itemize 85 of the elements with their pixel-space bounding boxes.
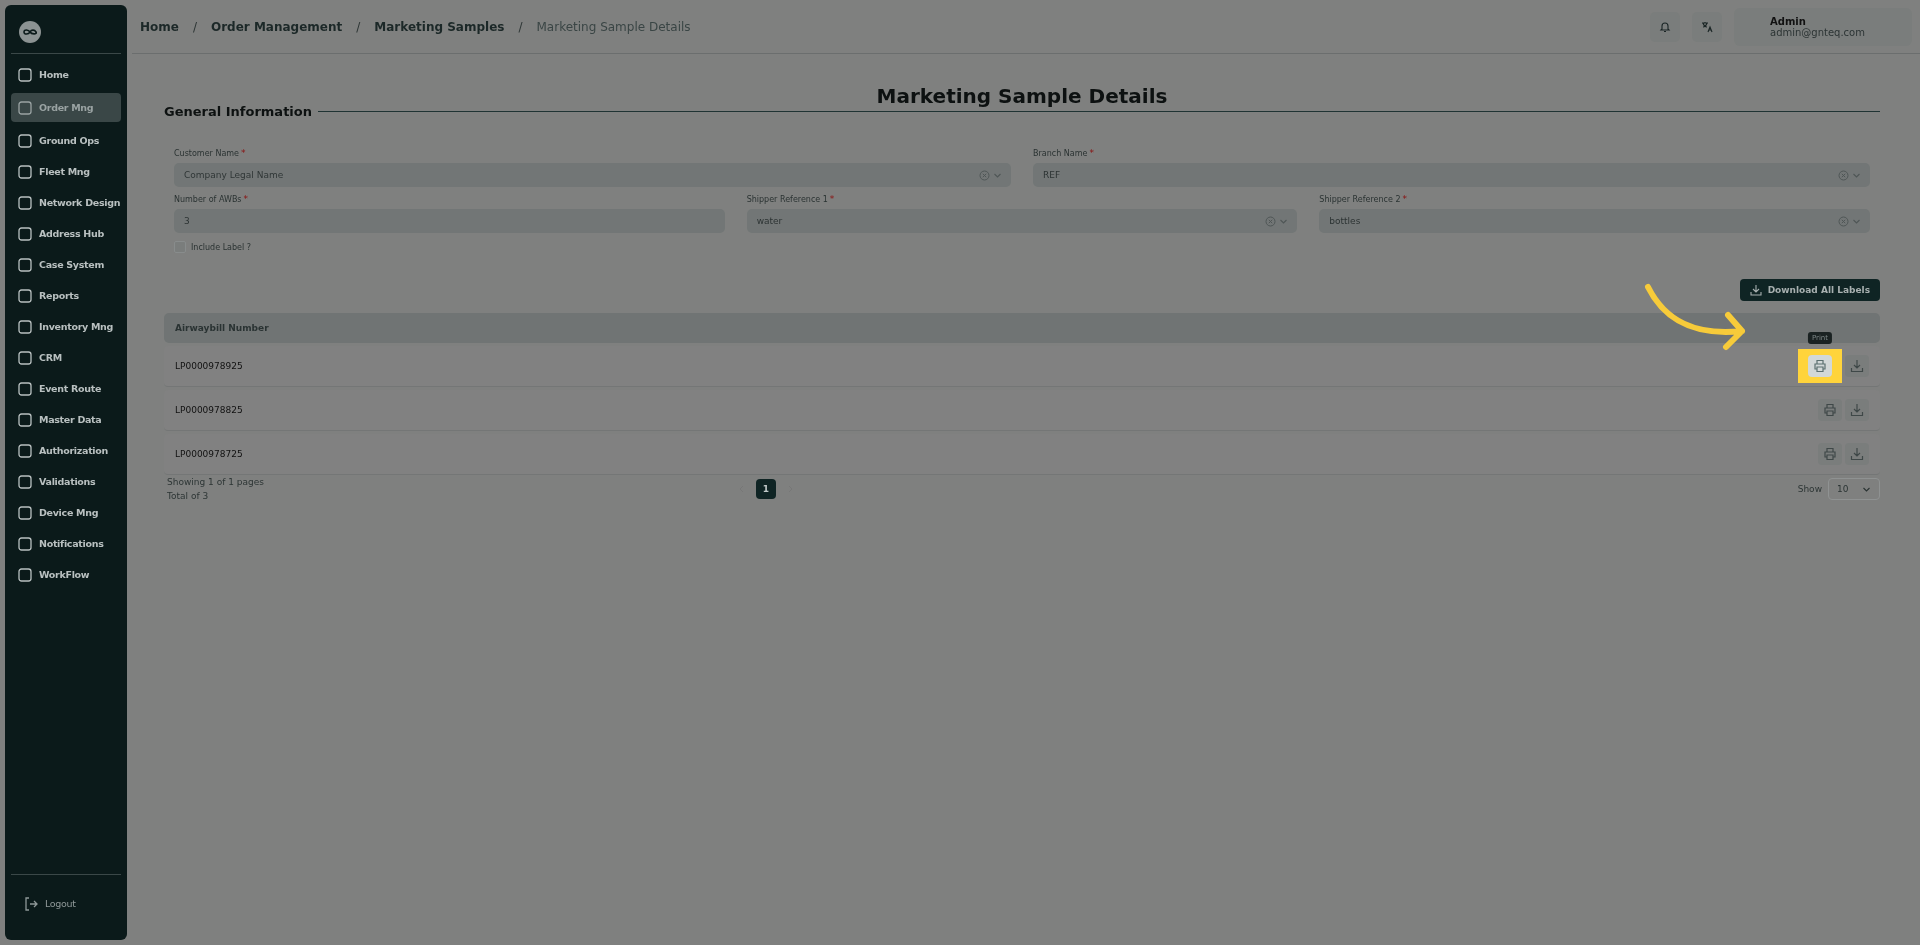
download-icon — [1850, 403, 1864, 417]
download-button[interactable] — [1845, 443, 1869, 465]
table-cell: LP0000978725 — [175, 449, 243, 459]
square-icon — [17, 473, 33, 490]
sidebar-item[interactable]: Validations — [11, 469, 121, 494]
logo-icon — [19, 21, 41, 43]
user-email: admin@gnteq.com — [1770, 26, 1866, 38]
sidebar-item[interactable]: Case System — [11, 252, 121, 277]
field-label: Number of AWBs — [174, 195, 242, 204]
section-title: General Information — [164, 104, 312, 119]
print-button[interactable] — [1818, 399, 1842, 421]
print-icon — [1813, 359, 1827, 373]
sidebar-item[interactable]: CRM — [11, 345, 121, 370]
print-icon — [1823, 403, 1837, 417]
square-icon — [17, 99, 33, 116]
sidebar-item[interactable]: Fleet Mng — [11, 159, 121, 184]
required-mark: * — [243, 195, 249, 204]
sidebar-item[interactable]: Inventory Mng — [11, 314, 121, 339]
breadcrumb-link[interactable]: Order Management — [211, 19, 343, 34]
logout-link[interactable]: Logout — [17, 891, 121, 916]
sidebar-item[interactable]: Device Mng — [11, 500, 121, 525]
page-button[interactable]: 1 — [756, 479, 776, 499]
print-button[interactable] — [1818, 443, 1842, 465]
square-icon — [17, 318, 33, 335]
table-cell: LP0000978925 — [175, 361, 243, 371]
sidebar-item[interactable]: Address Hub — [11, 221, 121, 246]
download-icon — [1749, 284, 1762, 296]
square-icon — [17, 535, 33, 552]
sidebar-item[interactable]: Event Route — [11, 376, 121, 401]
required-mark: * — [241, 149, 246, 158]
breadcrumb-link[interactable]: Marketing Samples — [374, 19, 505, 34]
page-title: Marketing Sample Details — [875, 84, 1169, 108]
sidebar-item[interactable]: Reports — [11, 283, 121, 308]
square-icon — [17, 442, 33, 459]
translate-button[interactable] — [1692, 11, 1722, 42]
square-icon — [17, 256, 33, 273]
square-icon — [17, 349, 33, 366]
breadcrumb-link[interactable]: Home — [140, 19, 179, 34]
square-icon — [17, 194, 33, 211]
sidebar-item[interactable]: Notifications — [11, 531, 121, 556]
breadcrumb-separator: / — [356, 19, 361, 34]
sidebar-item[interactable]: Network Design — [11, 190, 121, 215]
required-mark: * — [829, 195, 835, 204]
print-icon — [1823, 447, 1837, 461]
logout-icon — [23, 895, 39, 912]
download-button[interactable] — [1845, 399, 1869, 421]
translate-icon — [1701, 20, 1713, 33]
sidebar-item[interactable]: Home — [11, 62, 121, 87]
sidebar-item[interactable]: WorkFlow — [11, 562, 121, 587]
sidebar-item[interactable]: Ground Ops — [11, 128, 121, 153]
square-icon — [17, 287, 33, 304]
square-icon — [17, 504, 33, 521]
total-count: Total of 3 — [167, 491, 210, 501]
field-label: Branch Name — [1033, 149, 1088, 158]
user-name: Admin — [1770, 15, 1807, 27]
bell-icon — [1659, 20, 1671, 33]
square-icon — [17, 566, 33, 583]
field-label: Customer Name — [174, 149, 239, 158]
sidebar-item[interactable]: Order Mng — [11, 93, 121, 122]
download-all-button[interactable]: Download All Labels — [1739, 279, 1880, 301]
square-icon — [17, 132, 33, 149]
sidebar-item[interactable]: Master Data — [11, 407, 121, 432]
square-icon — [17, 411, 33, 428]
show-label: Show — [1797, 484, 1822, 494]
table-cell: LP0000978825 — [175, 405, 243, 415]
field-label: Shipper Reference 2 — [1319, 195, 1401, 204]
checkbox-label: Include Label ? — [191, 242, 252, 252]
square-icon — [17, 225, 33, 242]
required-mark: * — [1402, 195, 1408, 204]
download-button[interactable] — [1845, 355, 1869, 377]
sidebar-item[interactable]: Authorization — [11, 438, 121, 463]
pagination-summary: Showing 1 of 1 pages — [167, 477, 265, 487]
print-button[interactable] — [1808, 355, 1832, 377]
breadcrumb-separator: / — [518, 19, 523, 34]
breadcrumb-separator: / — [192, 19, 197, 34]
user-menu[interactable]: Admin admin@gnteq.com — [1734, 7, 1912, 46]
square-icon — [17, 66, 33, 83]
square-icon — [17, 163, 33, 180]
download-icon — [1850, 447, 1864, 461]
download-icon — [1850, 359, 1864, 373]
column-header: Airwaybill Number — [175, 323, 269, 333]
required-mark: * — [1089, 149, 1094, 158]
square-icon — [17, 380, 33, 397]
notifications-button[interactable] — [1650, 11, 1680, 42]
field-label: Shipper Reference 1 — [746, 195, 828, 204]
